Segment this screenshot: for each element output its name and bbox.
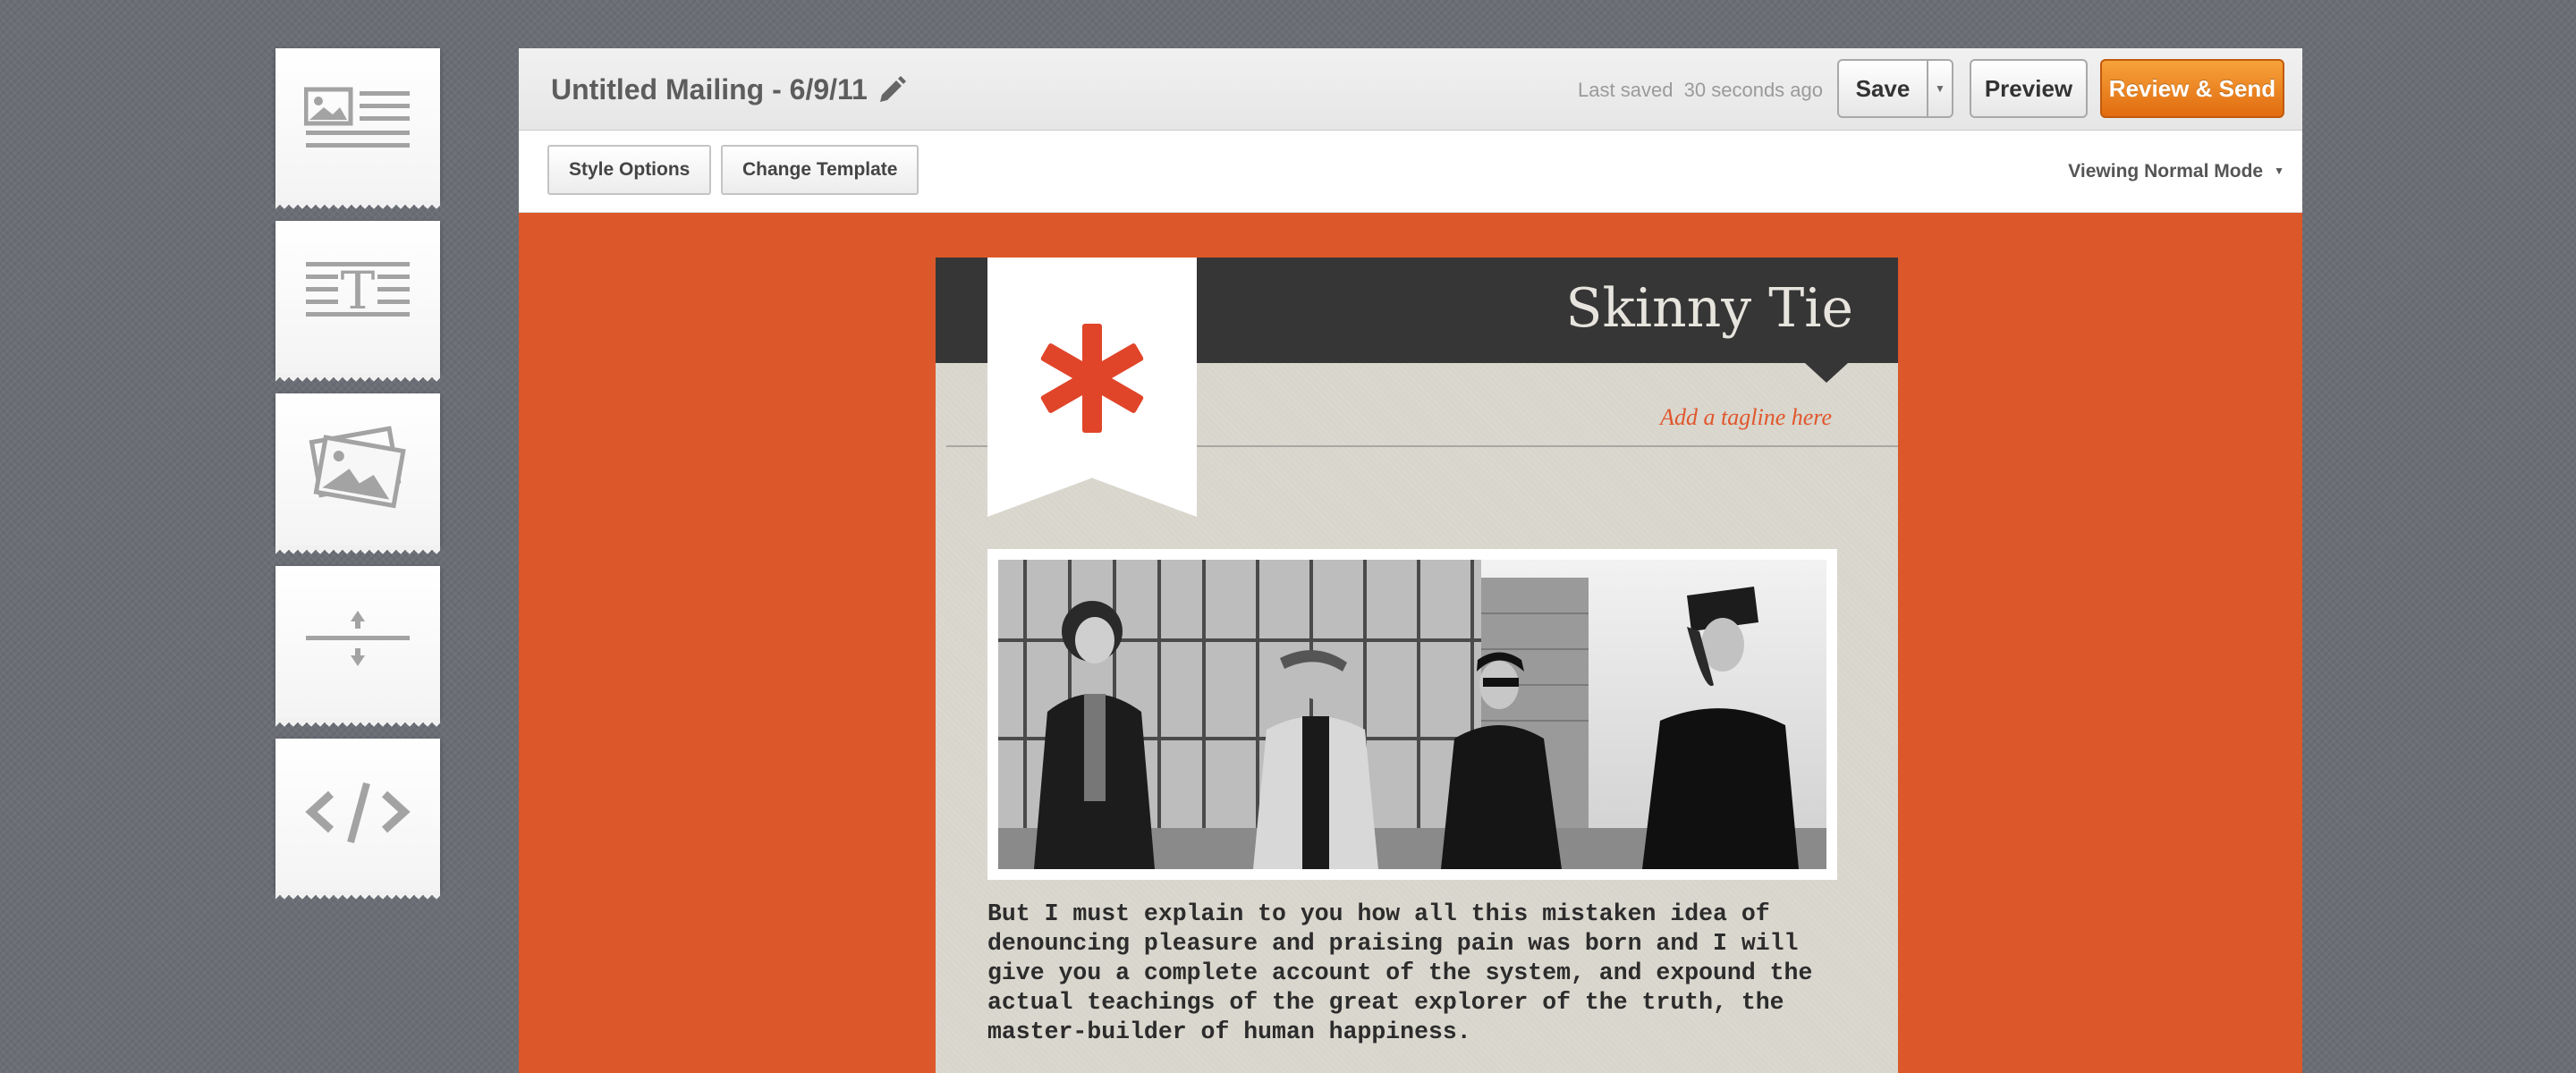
editor-toolbar: Style Options Change Template Viewing No… (519, 131, 2302, 213)
asterisk-icon (1040, 324, 1144, 433)
header-notch (1805, 363, 1848, 383)
chevron-down-icon: ▼ (1935, 82, 1945, 95)
email-body-text[interactable]: But I must explain to you how all this m… (987, 900, 1846, 1047)
brand-name[interactable]: Skinny Tie (1565, 277, 1853, 340)
change-template-button[interactable]: Change Template (721, 145, 919, 195)
band-photo (998, 560, 1826, 869)
save-dropdown-toggle[interactable]: ▼ (1927, 61, 1952, 116)
last-saved-status: Last saved 30 seconds ago (1578, 79, 1823, 101)
spacer-block[interactable] (275, 566, 440, 727)
image-text-block-icon (304, 87, 410, 148)
hero-image[interactable] (987, 549, 1837, 880)
text-block-icon: T (306, 260, 410, 321)
save-button[interactable]: Save ▼ (1837, 59, 1953, 118)
tagline-field[interactable]: Add a tagline here (1660, 404, 1832, 431)
code-block[interactable] (275, 739, 440, 900)
preview-button[interactable]: Preview (1970, 59, 2088, 118)
chevron-down-icon: ▼ (2274, 165, 2284, 177)
pencil-icon[interactable] (877, 73, 907, 104)
email-template: Skinny Tie Add a tagline here But I must… (936, 258, 1898, 1073)
text-block[interactable]: T (275, 221, 440, 382)
view-mode-dropdown[interactable]: Viewing Normal Mode ▼ (2068, 161, 2284, 182)
editor-header: Untitled Mailing - 6/9/11 Last saved 30 … (519, 48, 2302, 131)
spacer-block-icon (306, 611, 410, 666)
image-text-block[interactable] (275, 48, 440, 209)
mailing-editor: Untitled Mailing - 6/9/11 Last saved 30 … (519, 48, 2302, 1073)
email-canvas: Skinny Tie Add a tagline here But I must… (519, 213, 2302, 1073)
image-block[interactable] (275, 393, 440, 554)
svg-text:T: T (341, 260, 376, 321)
logo-ribbon[interactable] (987, 258, 1197, 517)
mailing-title[interactable]: Untitled Mailing - 6/9/11 (551, 73, 868, 106)
review-send-button[interactable]: Review & Send (2100, 59, 2284, 118)
style-options-button[interactable]: Style Options (547, 145, 712, 195)
view-mode-label: Viewing Normal Mode (2068, 161, 2264, 182)
image-block-icon (309, 426, 406, 509)
save-button-label: Save (1855, 74, 1911, 102)
code-block-icon (305, 782, 411, 844)
